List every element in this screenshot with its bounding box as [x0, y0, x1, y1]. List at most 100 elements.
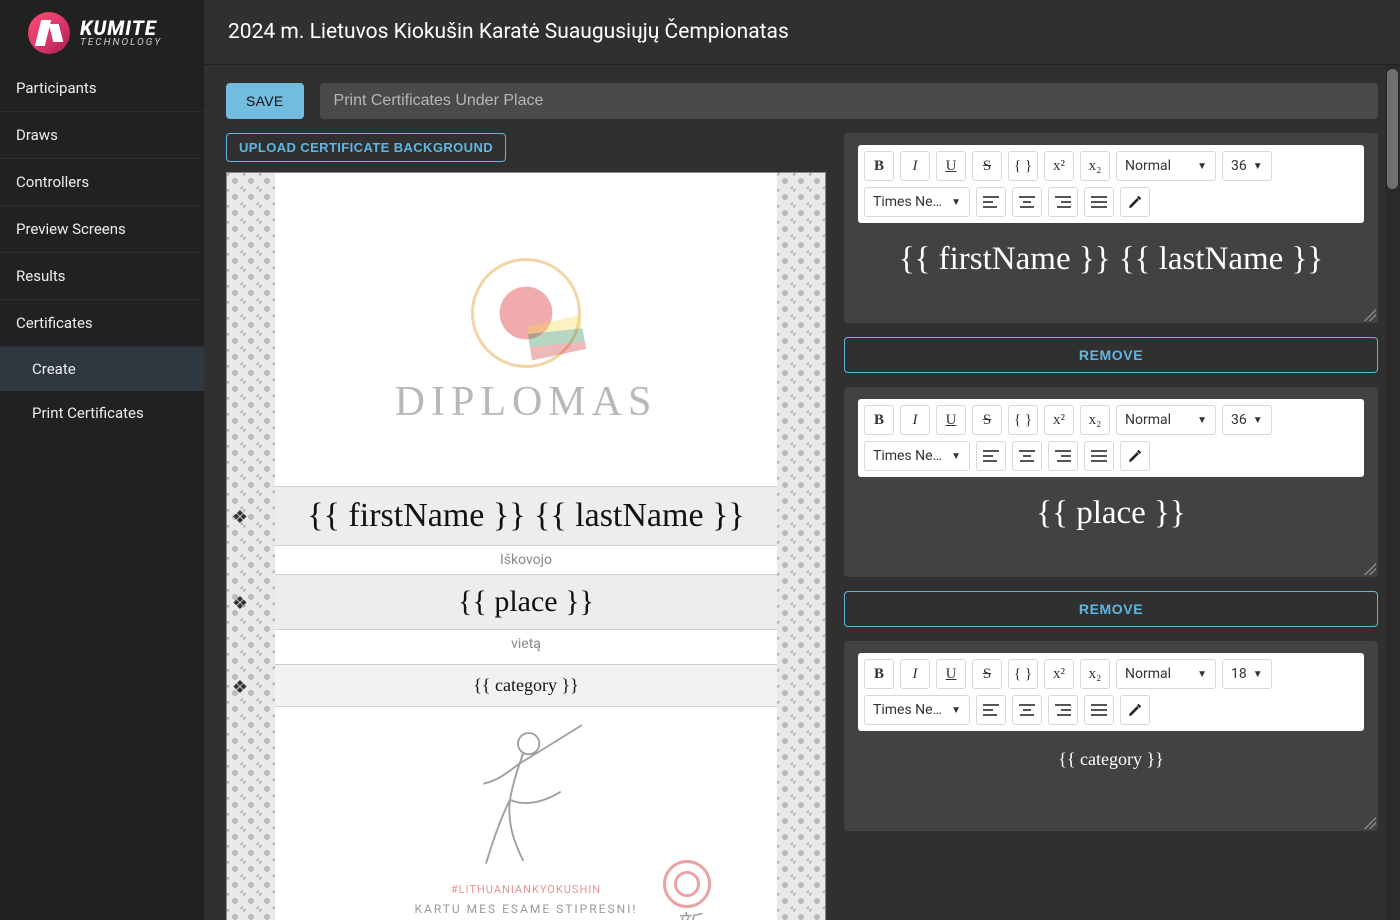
federation-logo-icon — [471, 258, 581, 368]
preview-field-place[interactable]: ❖ {{ place }} — [275, 574, 777, 630]
insert-token-button[interactable]: { } — [1008, 659, 1038, 689]
remove-block-button[interactable]: REMOVE — [844, 337, 1378, 373]
align-justify-button[interactable] — [1084, 441, 1114, 471]
insert-token-button[interactable]: { } — [1008, 405, 1038, 435]
preview-field-name[interactable]: ❖ {{ firstName }} {{ lastName }} — [275, 486, 777, 546]
color-picker-button[interactable] — [1120, 187, 1150, 217]
font-family-select[interactable]: Times New…▼ — [864, 695, 970, 725]
sidebar-item-preview-screens[interactable]: Preview Screens — [0, 206, 204, 253]
bold-button[interactable]: B — [864, 659, 894, 689]
brand-sub: TECHNOLOGY — [80, 38, 162, 48]
font-family-select[interactable]: Times New…▼ — [864, 441, 970, 471]
align-right-button[interactable] — [1048, 187, 1078, 217]
sidebar-item-controllers[interactable]: Controllers — [0, 159, 204, 206]
brand-text: KUMITE TECHNOLOGY — [80, 18, 162, 48]
align-justify-button[interactable] — [1084, 187, 1114, 217]
underline-button[interactable]: U — [936, 659, 966, 689]
right-column: B I U S { } x² x₂ Normal▼ 36▼ — [844, 133, 1378, 831]
align-center-button[interactable] — [1012, 441, 1042, 471]
superscript-button[interactable]: x² — [1044, 151, 1074, 181]
sidebar-item-certificates[interactable]: Certificates — [0, 300, 204, 347]
editor-content[interactable]: {{ firstName }} {{ lastName }} — [858, 223, 1364, 309]
align-left-button[interactable] — [976, 187, 1006, 217]
drag-handle-icon[interactable]: ❖ — [231, 677, 249, 695]
preview-won-label: Iškovojo — [275, 552, 777, 568]
heading-select[interactable]: Normal▼ — [1116, 405, 1216, 435]
certificate-inner: DIPLOMAS ❖ {{ firstName }} {{ lastName }… — [275, 173, 777, 920]
action-bar: SAVE — [226, 83, 1378, 119]
strike-button[interactable]: S — [972, 659, 1002, 689]
remove-block-button[interactable]: REMOVE — [844, 591, 1378, 627]
preview-category-text: {{ category }} — [473, 675, 579, 695]
font-size-select[interactable]: 36▼ — [1222, 151, 1272, 181]
align-right-button[interactable] — [1048, 441, 1078, 471]
drag-handle-icon[interactable]: ❖ — [231, 507, 249, 525]
align-center-button[interactable] — [1012, 187, 1042, 217]
editor-block-place: B I U S { } x² x₂ Normal▼ 36▼ — [844, 387, 1378, 577]
preview-name-text: {{ firstName }} {{ lastName }} — [307, 497, 744, 534]
rich-text-toolbar: B I U S { } x² x₂ Normal▼ 18▼ — [858, 653, 1364, 731]
heading-select[interactable]: Normal▼ — [1116, 659, 1216, 689]
strike-button[interactable]: S — [972, 405, 1002, 435]
italic-button[interactable]: I — [900, 405, 930, 435]
color-picker-button[interactable] — [1120, 441, 1150, 471]
font-family-select[interactable]: Times New…▼ — [864, 187, 970, 217]
scrollbar-thumb[interactable] — [1387, 69, 1398, 189]
editor-content[interactable]: {{ category }} — [858, 731, 1364, 817]
heading-select[interactable]: Normal▼ — [1116, 151, 1216, 181]
superscript-button[interactable]: x² — [1044, 659, 1074, 689]
align-left-button[interactable] — [976, 441, 1006, 471]
align-left-button[interactable] — [976, 695, 1006, 725]
preview-field-category[interactable]: ❖ {{ category }} — [275, 664, 777, 707]
editor-content[interactable]: {{ place }} — [858, 477, 1364, 563]
brand-mark-icon — [28, 12, 70, 54]
border-pattern-left — [227, 173, 275, 920]
resize-handle-icon[interactable] — [1364, 563, 1376, 575]
align-center-button[interactable] — [1012, 695, 1042, 725]
bold-button[interactable]: B — [864, 405, 894, 435]
save-button[interactable]: SAVE — [226, 83, 304, 119]
preview-place-text: {{ place }} — [458, 585, 594, 618]
sidebar-item-participants[interactable]: Participants — [0, 65, 204, 112]
preview-place-word: vietą — [275, 636, 777, 652]
main: 2024 m. Lietuvos Kiokušin Karatė Suaugus… — [204, 0, 1400, 920]
page-title-bar: 2024 m. Lietuvos Kiokušin Karatė Suaugus… — [204, 0, 1400, 65]
underline-button[interactable]: U — [936, 405, 966, 435]
sidebar-sub-create[interactable]: Create — [0, 347, 204, 391]
font-size-select[interactable]: 18▼ — [1222, 659, 1272, 689]
italic-button[interactable]: I — [900, 151, 930, 181]
brand-logo: KUMITE TECHNOLOGY — [0, 0, 204, 65]
upload-background-button[interactable]: UPLOAD CERTIFICATE BACKGROUND — [226, 133, 506, 162]
border-pattern-right — [777, 173, 825, 920]
stamp-icon: 新極 — [655, 860, 719, 920]
drag-handle-icon[interactable]: ❖ — [231, 593, 249, 611]
align-justify-button[interactable] — [1084, 695, 1114, 725]
subscript-button[interactable]: x₂ — [1080, 151, 1110, 181]
rich-text-toolbar: B I U S { } x² x₂ Normal▼ 36▼ — [858, 145, 1364, 223]
color-picker-button[interactable] — [1120, 695, 1150, 725]
resize-handle-icon[interactable] — [1364, 817, 1376, 829]
sidebar-item-draws[interactable]: Draws — [0, 112, 204, 159]
editor-block-name: B I U S { } x² x₂ Normal▼ 36▼ — [844, 133, 1378, 323]
font-size-select[interactable]: 36▼ — [1222, 405, 1272, 435]
strike-button[interactable]: S — [972, 151, 1002, 181]
sidebar-item-results[interactable]: Results — [0, 253, 204, 300]
bold-button[interactable]: B — [864, 151, 894, 181]
insert-token-button[interactable]: { } — [1008, 151, 1038, 181]
certificate-preview: DIPLOMAS ❖ {{ firstName }} {{ lastName }… — [226, 172, 826, 920]
italic-button[interactable]: I — [900, 659, 930, 689]
underline-button[interactable]: U — [936, 151, 966, 181]
sidebar: KUMITE TECHNOLOGY Participants Draws Con… — [0, 0, 204, 920]
align-right-button[interactable] — [1048, 695, 1078, 725]
subscript-button[interactable]: x₂ — [1080, 405, 1110, 435]
resize-handle-icon[interactable] — [1364, 309, 1376, 321]
subscript-button[interactable]: x₂ — [1080, 659, 1110, 689]
left-column: UPLOAD CERTIFICATE BACKGROUND DIPLOMAS ❖… — [226, 133, 826, 920]
print-under-place-input[interactable] — [320, 83, 1378, 119]
page-title: 2024 m. Lietuvos Kiokušin Karatė Suaugus… — [228, 20, 789, 44]
sidebar-sub-print-certificates[interactable]: Print Certificates — [0, 391, 204, 435]
vertical-scrollbar[interactable] — [1385, 65, 1400, 920]
nav: Participants Draws Controllers Preview S… — [0, 65, 204, 435]
superscript-button[interactable]: x² — [1044, 405, 1074, 435]
content-area: SAVE UPLOAD CERTIFICATE BACKGROUND DIPLO… — [204, 65, 1400, 920]
